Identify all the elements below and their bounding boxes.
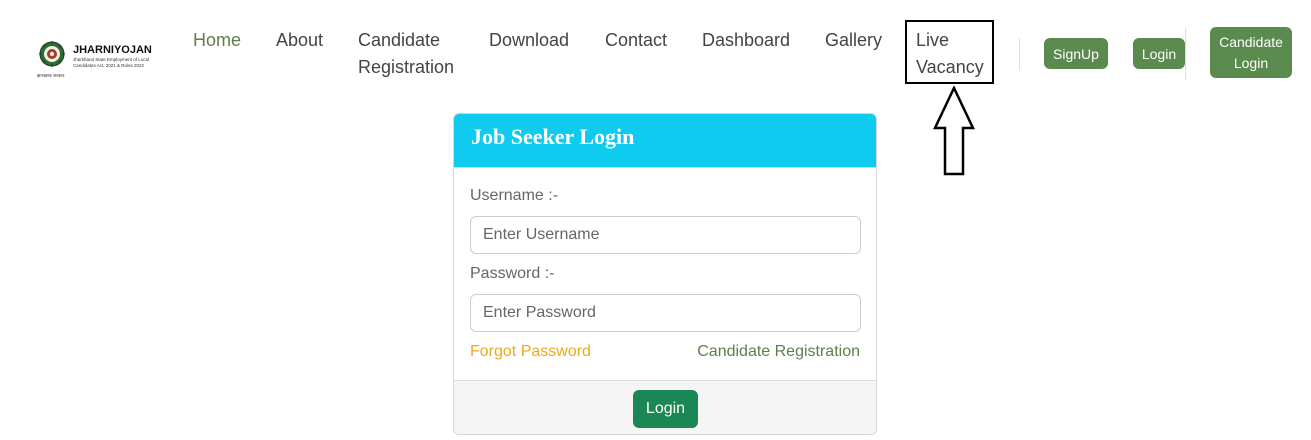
nav-divider [1185, 28, 1186, 80]
site-logo[interactable]: झारखण्ड सरकार JHARNIYOJAN Jharkhand Stat… [37, 40, 157, 79]
candidate-login-line1: Candidate [1219, 33, 1283, 50]
password-input[interactable] [470, 294, 861, 332]
annotation-highlight-box [905, 20, 994, 84]
nav-candidate-registration-line2: Registration [358, 57, 455, 77]
nav-download[interactable]: Download [489, 27, 569, 54]
nav-dashboard[interactable]: Dashboard [702, 27, 790, 54]
nav-candidate-registration[interactable]: Candidate Registration [358, 27, 454, 81]
login-button[interactable]: Login [1133, 38, 1185, 69]
job-seeker-login-card: Job Seeker Login Username :- Password :-… [453, 113, 877, 435]
card-footer: Login [454, 380, 876, 434]
signup-button[interactable]: SignUp [1044, 38, 1108, 69]
logo-text: JHARNIYOJAN Jharkhand State Employment o… [73, 44, 157, 68]
forgot-password-link[interactable]: Forgot Password [470, 343, 591, 361]
nav-about[interactable]: About [276, 27, 323, 54]
nav-divider [1019, 38, 1020, 70]
username-input[interactable] [470, 216, 861, 254]
candidate-registration-link[interactable]: Candidate Registration [697, 343, 860, 361]
card-body: Username :- Password :- Forgot Password … [454, 168, 876, 380]
logo-subtitle: Jharkhand State Employment of Local Cand… [73, 57, 150, 68]
nav-gallery[interactable]: Gallery [825, 27, 882, 54]
candidate-login-line2: Login [1233, 54, 1269, 71]
nav-contact[interactable]: Contact [605, 27, 667, 54]
up-arrow-icon [933, 86, 975, 176]
logo-title: JHARNIYOJAN [73, 44, 152, 56]
page: झारखण्ड सरकार JHARNIYOJAN Jharkhand Stat… [0, 0, 1311, 440]
password-label: Password :- [470, 265, 555, 282]
logo-tagline: झारखण्ड सरकार [37, 74, 65, 79]
username-label: Username :- [470, 187, 559, 204]
login-submit-button[interactable]: Login [633, 390, 698, 428]
nav-candidate-registration-line1: Candidate [358, 30, 441, 50]
card-header: Job Seeker Login [454, 114, 876, 168]
card-title: Job Seeker Login [471, 124, 635, 149]
candidate-login-button[interactable]: Candidate Login [1210, 27, 1292, 78]
emblem-icon: झारखण्ड सरकार [37, 40, 66, 79]
nav-home[interactable]: Home [193, 27, 241, 54]
